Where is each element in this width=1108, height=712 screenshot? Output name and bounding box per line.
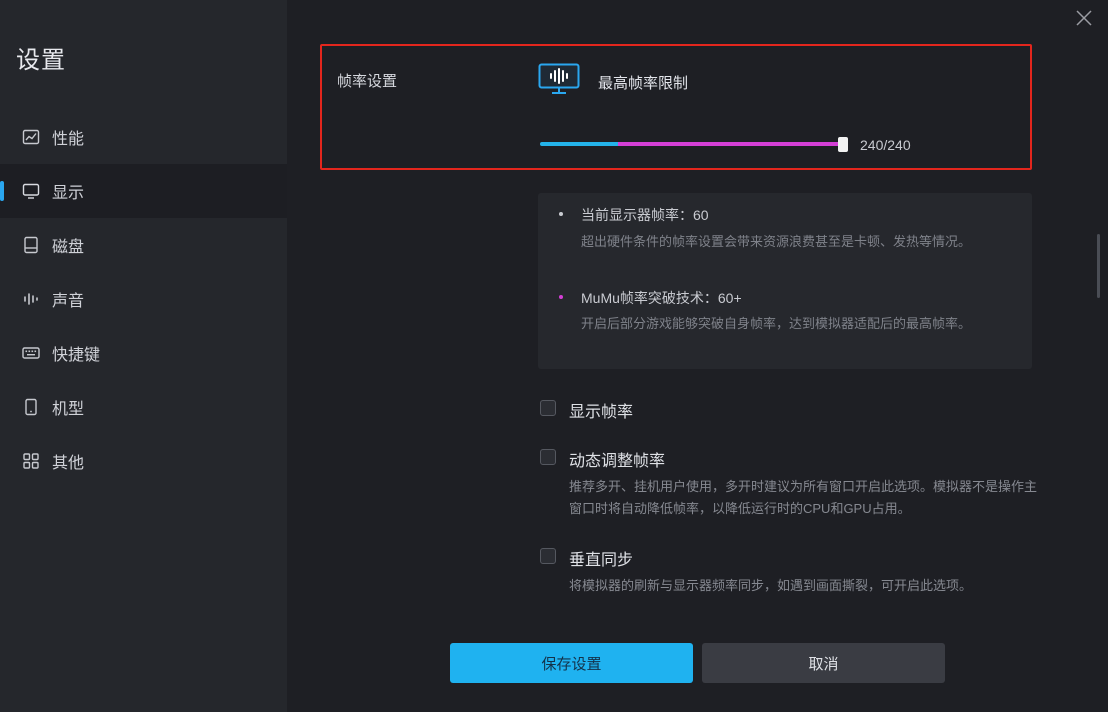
- sound-icon: [22, 290, 40, 308]
- sidebar-item-label: 机型: [52, 401, 85, 418]
- sidebar-item-sound[interactable]: 声音: [0, 272, 287, 326]
- bullet-dot: [559, 295, 563, 299]
- disk-icon: [22, 236, 40, 254]
- sidebar-item-shortcuts[interactable]: 快捷键: [0, 326, 287, 380]
- sidebar-item-label: 磁盘: [52, 239, 85, 256]
- section-label-frame-rate: 帧率设置: [337, 73, 398, 90]
- fps-info-panel: 当前显示器帧率：60 超出硬件条件的帧率设置会带来资源浪费甚至是卡顿、发热等情况…: [538, 193, 1032, 369]
- sidebar-item-disk[interactable]: 磁盘: [0, 218, 287, 272]
- sidebar-item-label: 显示: [52, 185, 85, 202]
- max-fps-label: 最高帧率限制: [598, 75, 689, 92]
- option-desc: 推荐多开、挂机用户使用，多开时建议为所有窗口开启此选项。模拟器不是操作主窗口时将…: [569, 479, 1038, 516]
- scrollbar[interactable]: [1097, 234, 1100, 298]
- chart-icon: [22, 128, 40, 146]
- close-button[interactable]: [1074, 8, 1094, 28]
- sidebar-item-label: 快捷键: [52, 347, 101, 364]
- sidebar-item-model[interactable]: 机型: [0, 380, 287, 434]
- sidebar-item-label: 声音: [52, 293, 85, 310]
- sidebar-item-label: 性能: [52, 131, 85, 148]
- slider-track-low: [540, 142, 618, 146]
- slider-track-high: [618, 142, 842, 146]
- option-label: 垂直同步: [569, 552, 634, 569]
- grid-icon: [22, 452, 40, 470]
- vsync-checkbox[interactable]: [540, 548, 556, 564]
- highlight-frame: [320, 44, 1032, 170]
- option-label: 显示帧率: [569, 404, 634, 421]
- monitor-icon: [22, 182, 40, 200]
- dynamic-fps-checkbox[interactable]: [540, 449, 556, 465]
- sidebar-item-display[interactable]: 显示: [0, 164, 287, 218]
- sidebar-item-other[interactable]: 其他: [0, 434, 287, 488]
- close-icon: [1076, 10, 1092, 26]
- phone-icon: [22, 398, 40, 416]
- fps-value: 240/240: [860, 137, 911, 153]
- info-desc: 开启后部分游戏能够突破自身帧率，达到模拟器适配后的最高帧率。: [581, 316, 972, 331]
- save-button[interactable]: 保存设置: [450, 643, 693, 683]
- sidebar-title: 设置: [16, 47, 66, 74]
- cancel-button[interactable]: 取消: [702, 643, 945, 683]
- option-label: 动态调整帧率: [569, 453, 666, 470]
- info-desc: 超出硬件条件的帧率设置会带来资源浪费甚至是卡顿、发热等情况。: [581, 234, 972, 249]
- option-desc: 将模拟器的刷新与显示器频率同步，如遇到画面撕裂，可开启此选项。: [569, 578, 973, 593]
- info-title: 当前显示器帧率：60: [581, 207, 709, 223]
- monitor-waveform-icon: [538, 63, 580, 95]
- slider-thumb[interactable]: [838, 137, 848, 152]
- sidebar-nav: 性能 显示 磁盘 声音 快捷键 机型 其他: [0, 110, 287, 488]
- sidebar-item-label: 其他: [52, 455, 85, 472]
- info-title: MuMu帧率突破技术：60+: [581, 290, 742, 306]
- sidebar: 设置 性能 显示 磁盘 声音 快捷键 机型 其他: [0, 0, 287, 712]
- show-fps-checkbox[interactable]: [540, 400, 556, 416]
- sidebar-item-performance[interactable]: 性能: [0, 110, 287, 164]
- bullet-dot: [559, 212, 563, 216]
- keyboard-icon: [22, 344, 40, 362]
- fps-slider[interactable]: [540, 137, 848, 152]
